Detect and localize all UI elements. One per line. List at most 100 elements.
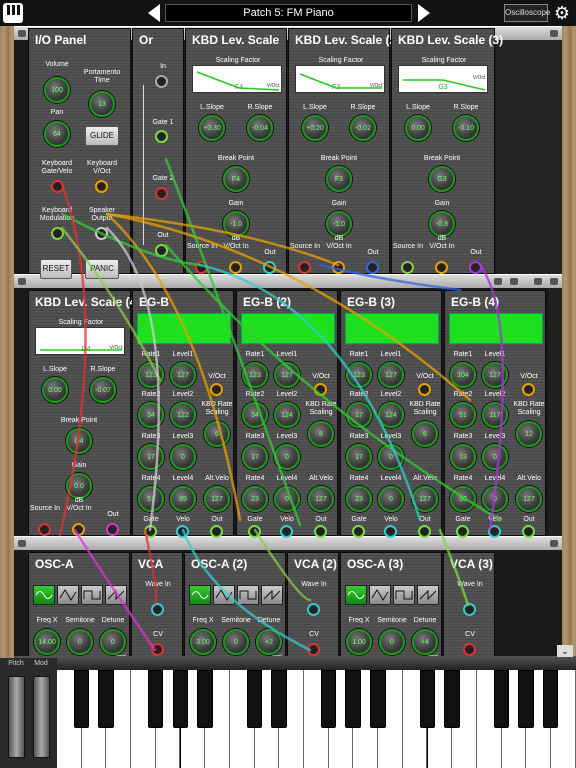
portamento-knob[interactable]: 13 — [89, 91, 115, 117]
rate1-knob[interactable]: 123 — [346, 362, 372, 388]
rate3-knob[interactable]: 17 — [242, 444, 268, 470]
source-in-jack[interactable] — [38, 523, 51, 536]
voct-in-jack[interactable] — [435, 261, 448, 274]
alt-velo-knob[interactable]: 127 — [412, 486, 438, 512]
kbd-rate-scaling-knob[interactable]: 6 — [204, 421, 230, 447]
kbd-rate-scaling-knob[interactable]: 12 — [516, 421, 542, 447]
detune-knob[interactable]: +4 — [412, 629, 438, 655]
chevron-down-icon[interactable]: ⌄ — [557, 645, 573, 657]
rate4-knob[interactable]: 50 — [450, 486, 476, 512]
velo-jack[interactable] — [176, 525, 189, 538]
voct-jack[interactable] — [522, 383, 535, 396]
velo-jack[interactable] — [488, 525, 501, 538]
rate2-knob[interactable]: 51 — [450, 402, 476, 428]
rate4-knob[interactable]: 23 — [242, 486, 268, 512]
black-key[interactable] — [271, 670, 287, 728]
keyboard-icon[interactable] — [3, 3, 23, 23]
glide-button[interactable]: GLIDE — [85, 126, 119, 146]
voct-jack[interactable] — [418, 383, 431, 396]
rate3-knob[interactable]: 13 — [450, 444, 476, 470]
gate-jack[interactable] — [248, 525, 261, 538]
r-slope-knob[interactable]: -0.07 — [90, 377, 116, 403]
voct-jack[interactable] — [314, 383, 327, 396]
semitone-knob[interactable]: 0 — [379, 629, 405, 655]
level3-knob[interactable]: 0 — [482, 444, 508, 470]
rate3-knob[interactable]: 17 — [138, 444, 164, 470]
r-slope-knob[interactable]: -0.02 — [350, 115, 376, 141]
gate-jack[interactable] — [456, 525, 469, 538]
triangle-wave-button[interactable] — [369, 585, 391, 605]
rate2-knob[interactable]: 34 — [242, 402, 268, 428]
out-jack[interactable] — [106, 523, 119, 536]
level3-knob[interactable]: 0 — [274, 444, 300, 470]
out-jack[interactable] — [366, 261, 379, 274]
saw-wave-button[interactable] — [417, 585, 439, 605]
l-slope-knob[interactable]: +0.30 — [199, 115, 225, 141]
gain-knob[interactable]: 0.0 — [66, 473, 92, 499]
cv-jack[interactable] — [307, 643, 320, 656]
level2-knob[interactable]: 124 — [378, 402, 404, 428]
wave-in-jack[interactable] — [151, 603, 164, 616]
black-key[interactable] — [543, 670, 559, 728]
rate1-knob[interactable]: 123 — [242, 362, 268, 388]
sine-wave-button[interactable] — [345, 585, 367, 605]
semitone-knob[interactable]: 0 — [223, 629, 249, 655]
black-key[interactable] — [345, 670, 361, 728]
rate1-knob[interactable]: 104 — [450, 362, 476, 388]
freq-x-knob[interactable]: 14.00 — [34, 629, 60, 655]
break-point-knob[interactable]: D4 — [66, 428, 92, 454]
triangle-wave-button[interactable] — [57, 585, 79, 605]
level4-knob[interactable]: 89 — [170, 486, 196, 512]
out-jack[interactable] — [469, 261, 482, 274]
or-gate2-jack[interactable] — [155, 187, 168, 200]
black-key[interactable] — [419, 670, 435, 728]
prev-arrow-icon[interactable] — [148, 4, 160, 22]
rate1-knob[interactable]: 123 — [138, 362, 164, 388]
reset-button[interactable]: RESET — [40, 259, 72, 279]
pitch-wheel[interactable] — [8, 676, 25, 758]
voct-jack[interactable] — [210, 383, 223, 396]
alt-velo-knob[interactable]: 127 — [204, 486, 230, 512]
black-key[interactable] — [197, 670, 213, 728]
cv-jack[interactable] — [151, 643, 164, 656]
level1-knob[interactable]: 127 — [274, 362, 300, 388]
level3-knob[interactable]: 0 — [170, 444, 196, 470]
gate-velo-jack[interactable] — [51, 180, 64, 193]
wave-in-jack[interactable] — [463, 603, 476, 616]
level3-knob[interactable]: 0 — [378, 444, 404, 470]
voct-in-jack[interactable] — [72, 523, 85, 536]
source-in-jack[interactable] — [401, 261, 414, 274]
level2-knob[interactable]: 117 — [482, 402, 508, 428]
next-arrow-icon[interactable] — [418, 4, 430, 22]
triangle-wave-button[interactable] — [213, 585, 235, 605]
black-key[interactable] — [320, 670, 337, 728]
rate3-knob[interactable]: 17 — [346, 444, 372, 470]
square-wave-button[interactable] — [393, 585, 415, 605]
volume-knob[interactable]: 100 — [44, 77, 70, 103]
level4-knob[interactable]: 0 — [482, 486, 508, 512]
level4-knob[interactable]: 0 — [378, 486, 404, 512]
gate-jack[interactable] — [352, 525, 365, 538]
black-key[interactable] — [147, 670, 164, 728]
sine-wave-button[interactable] — [189, 585, 211, 605]
pan-knob[interactable]: 64 — [44, 121, 70, 147]
out-jack[interactable] — [263, 261, 276, 274]
semitone-knob[interactable]: 0 — [67, 629, 93, 655]
out-jack[interactable] — [210, 525, 223, 538]
r-slope-knob[interactable]: -0.04 — [247, 115, 273, 141]
saw-wave-button[interactable] — [261, 585, 283, 605]
level4-knob[interactable]: 0 — [274, 486, 300, 512]
freq-x-knob[interactable]: 1.00 — [346, 629, 372, 655]
black-key[interactable] — [493, 670, 509, 728]
saw-wave-button[interactable] — [105, 585, 127, 605]
rate2-knob[interactable]: 34 — [138, 402, 164, 428]
rate2-knob[interactable]: 17 — [346, 402, 372, 428]
kbd-rate-scaling-knob[interactable]: 6 — [412, 421, 438, 447]
l-slope-knob[interactable]: +0.20 — [302, 115, 328, 141]
oscilloscope-button[interactable]: Oscilloscope — [504, 4, 550, 22]
sine-wave-button[interactable] — [33, 585, 55, 605]
level1-knob[interactable]: 127 — [378, 362, 404, 388]
detune-knob[interactable]: 0 — [100, 629, 126, 655]
kbd-mod-jack[interactable] — [51, 227, 64, 240]
alt-velo-knob[interactable]: 127 — [516, 486, 542, 512]
